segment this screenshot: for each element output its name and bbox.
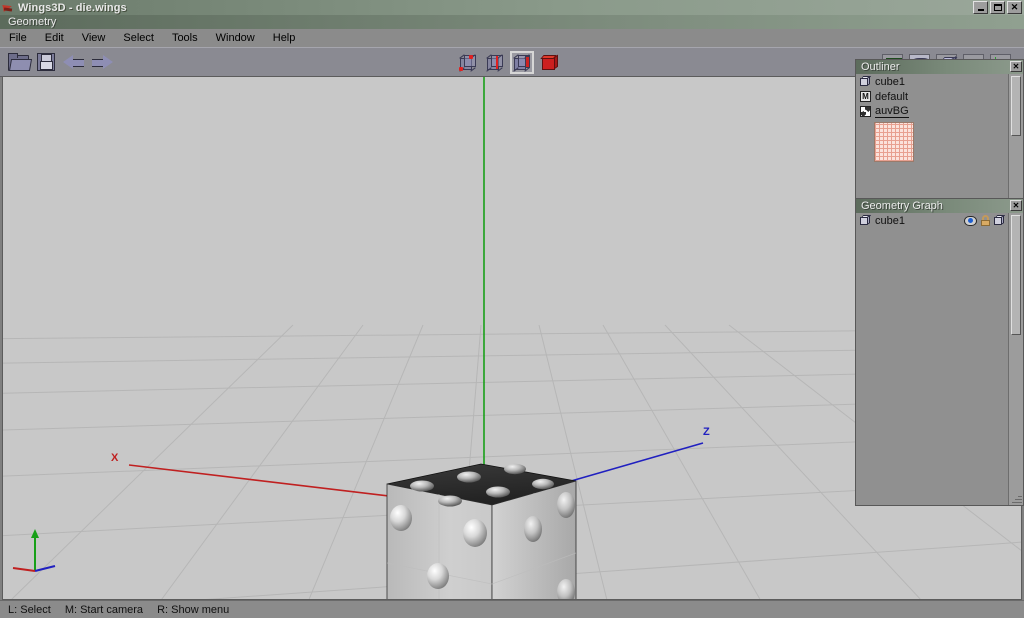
outliner-scrollbar[interactable] (1008, 74, 1023, 198)
toolbar-left-group (6, 50, 114, 73)
menu-bar: File Edit View Select Tools Window Help (0, 29, 1024, 48)
outliner-body: cube1 M default auvBG (856, 74, 1009, 198)
window-title: Wings3D - die.wings (18, 1, 127, 14)
selection-mode-group (456, 51, 561, 74)
geometry-graph-item-label: cube1 (875, 214, 905, 227)
geometry-graph-title-bar[interactable]: Geometry Graph ✕ (856, 199, 1023, 214)
y-axis-label: Y (479, 77, 487, 78)
outliner-panel: Outliner ✕ cube1 M default auvBG (855, 59, 1024, 199)
minimize-button[interactable] (973, 1, 988, 14)
object-cube-icon (860, 215, 872, 226)
geometry-mode-bar[interactable]: Geometry (0, 15, 1024, 30)
material-icon: M (860, 91, 871, 102)
open-file-button[interactable] (6, 50, 32, 73)
geometry-graph-item-cube1[interactable]: cube1 (856, 213, 1009, 228)
wings3d-window: Wings3D - die.wings Geometry File Edit V… (0, 0, 1024, 618)
window-controls (973, 1, 1022, 14)
auvbg-thumbnail[interactable] (874, 122, 914, 162)
object-cube-icon (860, 76, 872, 87)
cube-icon[interactable] (994, 215, 1006, 226)
geometry-graph-title: Geometry Graph (861, 200, 943, 212)
cube-face-icon (512, 53, 532, 72)
outliner-item-label: auvBG (875, 105, 909, 118)
status-left-mouse: L: Select (8, 603, 51, 616)
lock-icon[interactable] (981, 215, 990, 226)
x-axis-label: X (111, 452, 119, 464)
outliner-item-label: default (875, 90, 909, 103)
maximize-button[interactable] (990, 1, 1005, 14)
cube-vertex-icon (458, 53, 478, 72)
geometry-graph-resize-grip[interactable] (1011, 493, 1022, 504)
geometry-graph-close-button[interactable]: ✕ (1010, 200, 1022, 211)
body-mode-button[interactable] (537, 51, 561, 74)
redo-button[interactable] (90, 50, 114, 73)
menu-tools[interactable]: Tools (163, 31, 207, 46)
geometry-graph-scrollbar-thumb[interactable] (1011, 215, 1021, 335)
geometry-mode-label: Geometry (8, 16, 57, 28)
eye-icon[interactable] (964, 215, 977, 226)
outliner-scrollbar-thumb[interactable] (1011, 76, 1021, 136)
outliner-title-bar[interactable]: Outliner ✕ (856, 60, 1023, 75)
floppy-disk-icon (37, 52, 55, 71)
menu-edit[interactable]: Edit (36, 31, 73, 46)
menu-select[interactable]: Select (114, 31, 163, 46)
edge-mode-button[interactable] (483, 51, 507, 74)
outliner-close-button[interactable]: ✕ (1010, 61, 1022, 72)
menu-view[interactable]: View (73, 31, 115, 46)
image-icon (860, 106, 871, 117)
z-axis-label: Z (703, 426, 710, 438)
geometry-graph-scrollbar[interactable] (1008, 213, 1023, 505)
status-right-mouse: R: Show menu (157, 603, 230, 616)
geometry-graph-body: cube1 (856, 213, 1009, 505)
title-bar: Wings3D - die.wings (0, 0, 1024, 16)
outliner-title: Outliner (861, 61, 900, 73)
menu-window[interactable]: Window (207, 31, 264, 46)
geometry-graph-panel: Geometry Graph ✕ cube1 (855, 198, 1024, 506)
die-model (386, 463, 577, 599)
outliner-item-cube1[interactable]: cube1 (856, 74, 1009, 89)
cube-edge-icon (485, 53, 505, 72)
wings-logo-icon (2, 2, 15, 14)
vertex-mode-button[interactable] (456, 51, 480, 74)
save-file-button[interactable] (34, 50, 58, 73)
outliner-item-default[interactable]: M default (856, 89, 1009, 104)
folder-icon (7, 53, 32, 71)
menu-file[interactable]: File (0, 31, 36, 46)
undo-button[interactable] (62, 50, 86, 73)
arrow-right-icon (91, 54, 113, 70)
cube-body-icon (539, 54, 559, 72)
arrow-left-icon (63, 54, 85, 70)
outliner-item-auvbg[interactable]: auvBG (856, 104, 1009, 119)
status-bar: L: Select M: Start camera R: Show menu (0, 600, 1024, 618)
outliner-item-label: cube1 (875, 75, 905, 88)
face-mode-button[interactable] (510, 51, 534, 74)
close-button[interactable] (1007, 1, 1022, 14)
menu-help[interactable]: Help (264, 31, 305, 46)
geometry-graph-item-toggles (964, 215, 1006, 226)
status-middle-mouse: M: Start camera (64, 603, 144, 616)
